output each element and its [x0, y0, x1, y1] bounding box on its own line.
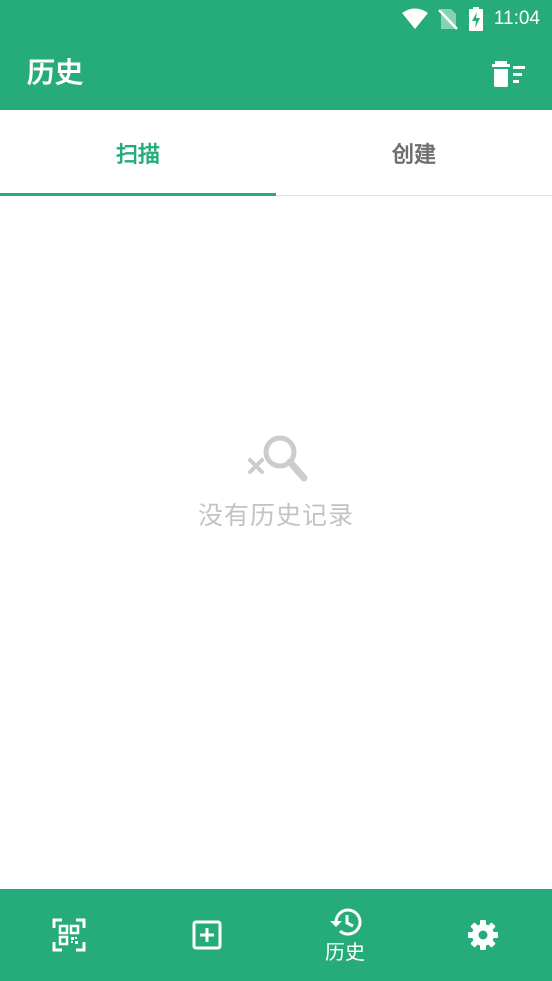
wifi-icon — [401, 8, 428, 29]
tab-create[interactable]: 创建 — [276, 110, 552, 195]
status-time: 11:04 — [493, 8, 540, 29]
add-box-icon — [192, 920, 222, 950]
battery-charging-icon — [468, 7, 483, 31]
qr-scan-icon — [52, 918, 86, 952]
clear-history-button[interactable] — [492, 59, 526, 89]
nav-history[interactable]: 历史 — [276, 889, 414, 981]
nav-scan[interactable] — [0, 889, 138, 981]
empty-state: 没有历史记录 — [0, 430, 552, 532]
app-bar: 历史 — [0, 37, 552, 110]
page-title: 历史 — [27, 56, 84, 89]
nav-settings[interactable] — [414, 889, 552, 981]
tab-bar: 扫描 创建 — [0, 110, 552, 196]
tab-scan[interactable]: 扫描 — [0, 110, 276, 196]
clear-history-icon — [492, 61, 525, 87]
empty-message: 没有历史记录 — [197, 501, 354, 530]
status-bar: 11:04 — [0, 0, 552, 37]
status-icons: 11:04 — [401, 7, 540, 31]
nav-history-label: 历史 — [325, 940, 365, 964]
search-not-found-icon — [248, 435, 308, 482]
settings-gear-icon — [468, 920, 498, 950]
nav-create[interactable] — [138, 889, 276, 981]
bottom-nav: 历史 — [0, 889, 552, 981]
history-icon — [330, 908, 362, 936]
no-sim-icon — [437, 9, 458, 30]
